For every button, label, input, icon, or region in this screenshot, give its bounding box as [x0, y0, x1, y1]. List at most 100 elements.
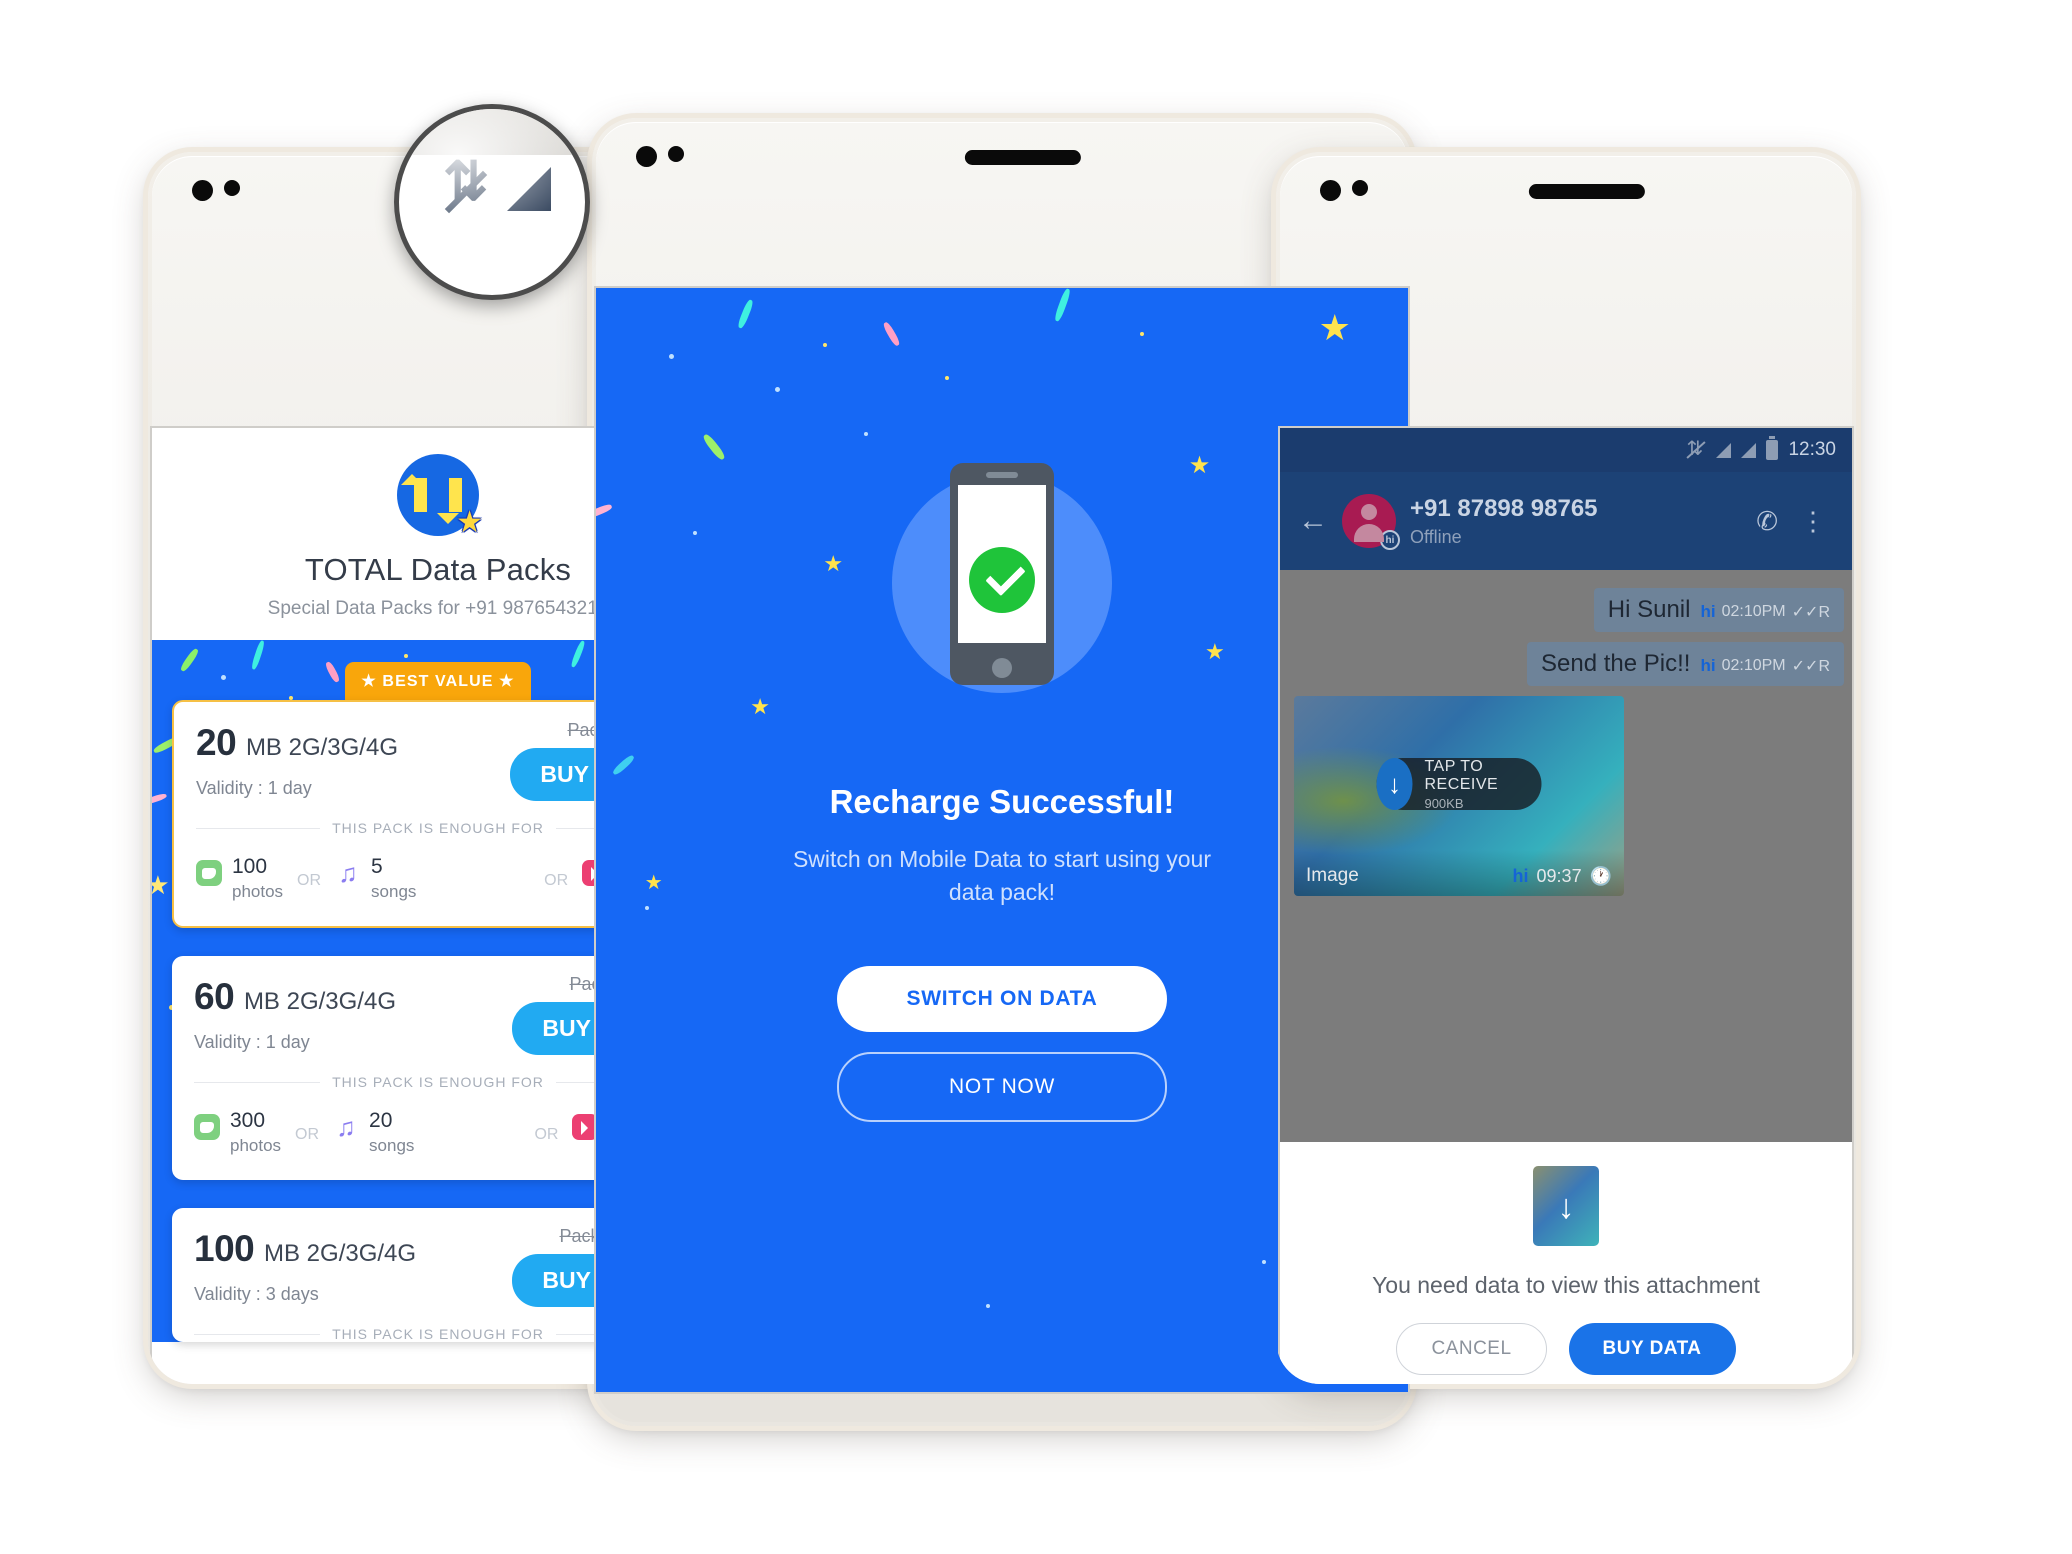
usage-label: photos — [230, 1136, 282, 1156]
attachment-size: 900KB — [1424, 795, 1464, 811]
message-row: Hi Sunil hi 02:10PM ✓✓R — [1288, 588, 1844, 632]
green-check-icon — [969, 547, 1035, 613]
usage-label: songs — [369, 1136, 415, 1156]
usage-label: photos — [232, 882, 284, 902]
sensor-icon — [1352, 180, 1368, 196]
success-subtitle: Switch on Mobile Data to start using you… — [792, 846, 1212, 906]
switch-on-data-button[interactable]: SWITCH ON DATA — [837, 965, 1167, 1032]
pack-size-value: 20 — [196, 722, 237, 763]
or-separator: OR — [534, 1126, 559, 1144]
contact-avatar-icon[interactable]: hi — [1342, 494, 1400, 550]
phone3-screen: 12:30 ← hi +91 87898 98765 Offline ✆ ⋮ H… — [1280, 428, 1852, 1384]
tap-to-receive-button[interactable]: ↓ TAP TO RECEIVE 900KB — [1376, 757, 1542, 811]
cancel-button[interactable]: CANCEL — [1396, 1323, 1547, 1375]
best-value-badge: ★ BEST VALUE ★ — [345, 662, 531, 702]
phone-call-icon[interactable]: ✆ — [1756, 506, 1778, 537]
chat-app-bar: ← hi +91 87898 98765 Offline ✆ ⋮ — [1280, 472, 1852, 570]
usage-item-songs: ♫ 20 songs — [333, 1110, 520, 1156]
pack-divider-label: THIS PACK IS ENOUGH FOR — [332, 1074, 544, 1091]
read-receipt-icon: ✓✓R — [1791, 604, 1830, 621]
message-row: Send the Pic!! hi 02:10PM ✓✓R — [1288, 642, 1844, 686]
buy-data-button[interactable]: BUY DATA — [1568, 1323, 1736, 1375]
magnifier-lens: ⇅ — [394, 104, 590, 300]
usage-value: 5 — [371, 855, 383, 878]
camera-icon — [192, 180, 213, 201]
sheet-actions: CANCEL BUY DATA — [1300, 1323, 1832, 1375]
buy-button-label: BUY — [540, 761, 589, 787]
contact-number: +91 87898 98765 — [1410, 494, 1598, 522]
or-separator: OR — [544, 872, 569, 890]
brand-mark: hi — [1512, 865, 1529, 886]
photos-icon — [194, 1114, 220, 1141]
camera-icon — [636, 146, 657, 167]
message-text: Hi Sunil — [1607, 596, 1691, 623]
data-off-icon — [1686, 436, 1706, 461]
earpiece-speaker — [964, 150, 1081, 165]
pack-divider-label: THIS PACK IS ENOUGH FOR — [332, 1326, 544, 1343]
lens-glare — [399, 109, 585, 221]
read-receipt-icon: ✓✓R — [1791, 658, 1830, 675]
music-note-icon: ♫ — [338, 858, 358, 888]
phone3-top-bezel — [1276, 152, 1856, 248]
sensor-icon — [668, 146, 684, 162]
or-separator: OR — [295, 1126, 320, 1144]
download-arrow-icon — [1533, 1166, 1599, 1246]
brand-mark: hi — [1700, 602, 1716, 621]
pack-size-unit: MB 2G/3G/4G — [264, 1240, 417, 1268]
clock-icon: 🕐 — [1589, 865, 1612, 886]
buy-data-sheet: You need data to view this attachment CA… — [1280, 1142, 1852, 1384]
battery-icon — [1766, 436, 1779, 460]
android-status-bar: 12:30 — [1280, 428, 1852, 472]
screenshot-canvas: ★ TOTAL Data Packs Special Data Packs fo… — [0, 0, 2072, 1554]
back-arrow-icon[interactable]: ← — [1298, 506, 1328, 536]
success-illustration — [892, 463, 1112, 703]
chat-bubble[interactable]: Hi Sunil hi 02:10PM ✓✓R — [1593, 588, 1844, 632]
video-play-icon — [572, 1114, 599, 1141]
not-now-button[interactable]: NOT NOW — [837, 1051, 1167, 1122]
image-attachment[interactable]: ↓ TAP TO RECEIVE 900KB Image hi 09:37 🕐 — [1294, 696, 1624, 896]
usage-item-photos: 300 photos — [194, 1110, 281, 1156]
chat-messages-area: Hi Sunil hi 02:10PM ✓✓R Send the Pic!! h… — [1280, 570, 1852, 1142]
photos-icon — [196, 860, 222, 886]
download-arrow-icon: ↓ — [1376, 758, 1413, 810]
or-separator: OR — [297, 872, 322, 890]
buy-button-label: BUY — [542, 1267, 591, 1294]
attachment-time: 09:37 — [1536, 865, 1582, 886]
buy-button-label: BUY — [542, 1015, 591, 1042]
pack-divider-label: THIS PACK IS ENOUGH FOR — [332, 820, 544, 836]
chat-bubble[interactable]: Send the Pic!! hi 02:10PM ✓✓R — [1527, 642, 1844, 686]
music-note-icon: ♫ — [336, 1112, 356, 1143]
presence-status: Offline — [1410, 526, 1462, 547]
usage-item-songs: ♫ 5 songs — [335, 855, 530, 902]
attachment-type-label: Image — [1306, 865, 1359, 886]
signal-icon — [1716, 442, 1732, 458]
message-time: 02:10PM — [1721, 657, 1786, 674]
avatar-badge: hi — [1380, 530, 1400, 550]
sheet-message: You need data to view this attachment — [1372, 1272, 1760, 1298]
usage-value: 20 — [369, 1109, 393, 1133]
attachment-meta: hi 09:37 🕐 — [1513, 866, 1612, 887]
pack-size-unit: MB 2G/3G/4G — [245, 734, 398, 761]
data-transfer-star-icon: ★ — [397, 454, 483, 538]
usage-value: 300 — [230, 1109, 266, 1133]
contact-info: +91 87898 98765 Offline — [1410, 495, 1742, 548]
usage-value: 100 — [232, 855, 268, 878]
pack-size-value: 100 — [194, 1228, 255, 1270]
camera-icon — [1320, 180, 1341, 201]
sensor-icon — [224, 180, 240, 196]
brand-mark: hi — [1700, 656, 1716, 675]
message-meta: hi 02:10PM ✓✓R — [1700, 656, 1830, 676]
message-text: Send the Pic!! — [1541, 650, 1691, 677]
pack-size-value: 60 — [194, 976, 235, 1018]
usage-item-photos: 100 photos — [196, 855, 284, 902]
tap-to-receive-label: TAP TO RECEIVE — [1424, 757, 1499, 793]
message-meta: hi 02:10PM ✓✓R — [1700, 602, 1830, 622]
earpiece-speaker — [1528, 184, 1645, 199]
signal-icon — [1741, 442, 1757, 458]
status-bar-time: 12:30 — [1788, 439, 1836, 460]
attachment-footer: Image hi 09:37 🕐 — [1294, 856, 1624, 896]
pack-size-unit: MB 2G/3G/4G — [243, 988, 396, 1016]
more-vertical-icon[interactable]: ⋮ — [1792, 508, 1834, 534]
message-time: 02:10PM — [1721, 603, 1786, 620]
usage-label: songs — [371, 882, 417, 902]
